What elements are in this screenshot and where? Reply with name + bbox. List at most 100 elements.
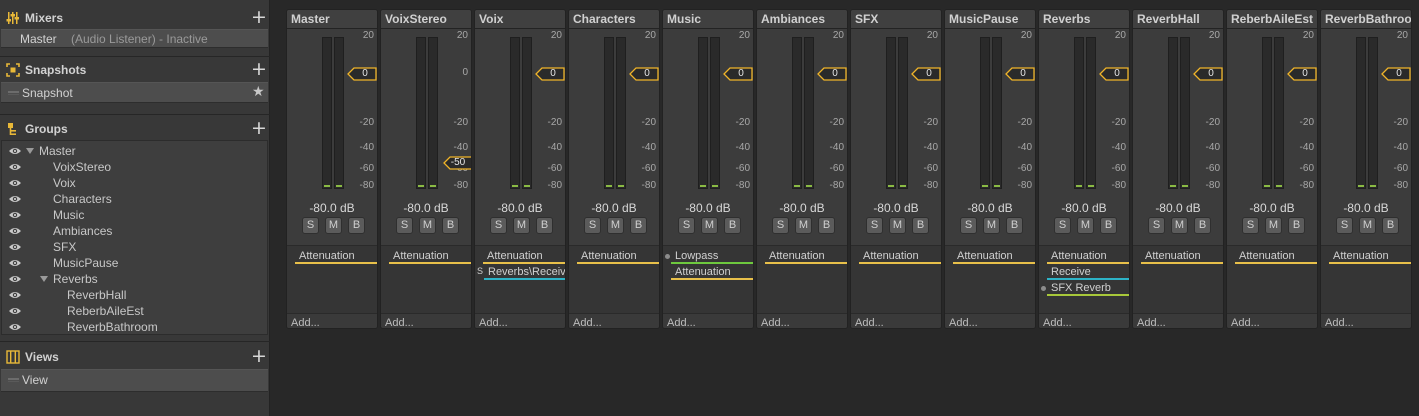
solo-button[interactable]: S	[302, 217, 319, 234]
mute-button[interactable]: M	[1171, 217, 1188, 234]
add-effect-button[interactable]: Add...	[761, 317, 790, 328]
add-effect-button[interactable]: Add...	[1043, 317, 1072, 328]
bypass-button[interactable]: B	[1100, 217, 1117, 234]
group-row[interactable]: Characters	[2, 191, 269, 207]
solo-button[interactable]: S	[960, 217, 977, 234]
add-effect-button[interactable]: Add...	[667, 317, 696, 328]
mute-button[interactable]: M	[983, 217, 1000, 234]
visibility-eye-icon[interactable]	[8, 146, 22, 156]
solo-button[interactable]: S	[1148, 217, 1165, 234]
strip-header[interactable]: Voix	[475, 10, 565, 29]
add-effect-button[interactable]: Add...	[479, 317, 508, 328]
solo-button[interactable]: S	[584, 217, 601, 234]
mute-button[interactable]: M	[889, 217, 906, 234]
effect-slot[interactable]: Attenuation	[953, 249, 1035, 264]
effect-slot[interactable]: Attenuation	[671, 265, 753, 280]
volume-fader-handle[interactable]: 0	[347, 67, 377, 81]
add-effect-button[interactable]: Add...	[385, 317, 414, 328]
drag-handle-icon[interactable]	[8, 378, 19, 382]
add-snapshot-button[interactable]: +	[251, 60, 267, 79]
effect-bypass-dot-icon[interactable]	[1041, 286, 1046, 291]
bypass-button[interactable]: B	[1382, 217, 1399, 234]
add-effect-button[interactable]: Add...	[949, 317, 978, 328]
effect-slot[interactable]: Attenuation	[1141, 249, 1223, 264]
volume-fader-handle[interactable]: -50	[443, 156, 471, 170]
group-row[interactable]: ReverbHall	[2, 287, 269, 303]
effect-slot[interactable]: Attenuation	[577, 249, 659, 264]
strip-header[interactable]: Reverbs	[1039, 10, 1129, 29]
effect-slot[interactable]: Attenuation	[483, 249, 565, 264]
strip-header[interactable]: Ambiances	[757, 10, 847, 29]
effect-slot[interactable]: Attenuation	[1235, 249, 1317, 264]
mute-button[interactable]: M	[701, 217, 718, 234]
strip-header[interactable]: MusicPause	[945, 10, 1035, 29]
volume-fader-handle[interactable]: 0	[1381, 67, 1411, 81]
add-effect-button[interactable]: Add...	[1325, 317, 1354, 328]
volume-fader-handle[interactable]: 0	[629, 67, 659, 81]
expand-triangle-icon[interactable]	[26, 148, 34, 154]
add-effect-button[interactable]: Add...	[573, 317, 602, 328]
visibility-eye-icon[interactable]	[8, 274, 22, 284]
mixer-item-master[interactable]: Master (Audio Listener) - Inactive	[1, 29, 268, 48]
add-effect-button[interactable]: Add...	[855, 317, 884, 328]
group-row[interactable]: VoixStereo	[2, 159, 269, 175]
bypass-button[interactable]: B	[818, 217, 835, 234]
strip-header[interactable]: ReverbHall	[1133, 10, 1223, 29]
add-effect-button[interactable]: Add...	[1137, 317, 1166, 328]
effect-slot[interactable]: Reverbs\Receive	[484, 265, 565, 280]
view-item[interactable]: View	[1, 369, 268, 392]
visibility-eye-icon[interactable]	[8, 210, 22, 220]
visibility-eye-icon[interactable]	[8, 322, 22, 332]
effect-slot[interactable]: SFX Reverb	[1041, 281, 1129, 296]
visibility-eye-icon[interactable]	[8, 194, 22, 204]
visibility-eye-icon[interactable]	[8, 226, 22, 236]
add-effect-button[interactable]: Add...	[1231, 317, 1260, 328]
add-effect-button[interactable]: Add...	[291, 317, 320, 328]
bypass-button[interactable]: B	[1288, 217, 1305, 234]
volume-fader-handle[interactable]: 0	[723, 67, 753, 81]
visibility-eye-icon[interactable]	[8, 162, 22, 172]
solo-button[interactable]: S	[1054, 217, 1071, 234]
solo-button[interactable]: S	[396, 217, 413, 234]
group-row[interactable]: Music	[2, 207, 269, 223]
volume-fader-handle[interactable]: 0	[1005, 67, 1035, 81]
bypass-button[interactable]: B	[912, 217, 929, 234]
strip-header[interactable]: ReverbBathroom	[1321, 10, 1411, 29]
mute-button[interactable]: M	[1077, 217, 1094, 234]
bypass-button[interactable]: B	[724, 217, 741, 234]
strip-header[interactable]: Music	[663, 10, 753, 29]
mute-button[interactable]: M	[419, 217, 436, 234]
group-row[interactable]: SFX	[2, 239, 269, 255]
solo-button[interactable]: S	[490, 217, 507, 234]
visibility-eye-icon[interactable]	[8, 242, 22, 252]
bypass-button[interactable]: B	[1006, 217, 1023, 234]
strip-header[interactable]: Master	[287, 10, 377, 29]
snapshot-item[interactable]: Snapshot ★	[1, 82, 268, 103]
strip-header[interactable]: VoixStereo	[381, 10, 471, 29]
mute-button[interactable]: M	[607, 217, 624, 234]
visibility-eye-icon[interactable]	[8, 178, 22, 188]
effect-slot[interactable]: Receive	[1047, 265, 1129, 280]
group-row[interactable]: Master	[2, 143, 269, 159]
mute-button[interactable]: M	[795, 217, 812, 234]
effect-slot[interactable]: Attenuation	[765, 249, 847, 264]
mute-button[interactable]: M	[1265, 217, 1282, 234]
solo-button[interactable]: S	[866, 217, 883, 234]
solo-button[interactable]: S	[1242, 217, 1259, 234]
group-row[interactable]: ReberbAileEst	[2, 303, 269, 319]
expand-triangle-icon[interactable]	[40, 276, 48, 282]
star-icon[interactable]: ★	[252, 84, 265, 100]
drag-handle-icon[interactable]	[8, 91, 19, 95]
bypass-button[interactable]: B	[630, 217, 647, 234]
add-mixer-button[interactable]: +	[251, 8, 267, 27]
bypass-button[interactable]: B	[536, 217, 553, 234]
visibility-eye-icon[interactable]	[8, 258, 22, 268]
volume-fader-handle[interactable]: 0	[1099, 67, 1129, 81]
effect-slot[interactable]: Attenuation	[389, 249, 471, 264]
visibility-eye-icon[interactable]	[8, 290, 22, 300]
solo-button[interactable]: S	[772, 217, 789, 234]
mute-button[interactable]: M	[325, 217, 342, 234]
bypass-button[interactable]: B	[348, 217, 365, 234]
volume-fader-handle[interactable]: 0	[535, 67, 565, 81]
mute-button[interactable]: M	[513, 217, 530, 234]
